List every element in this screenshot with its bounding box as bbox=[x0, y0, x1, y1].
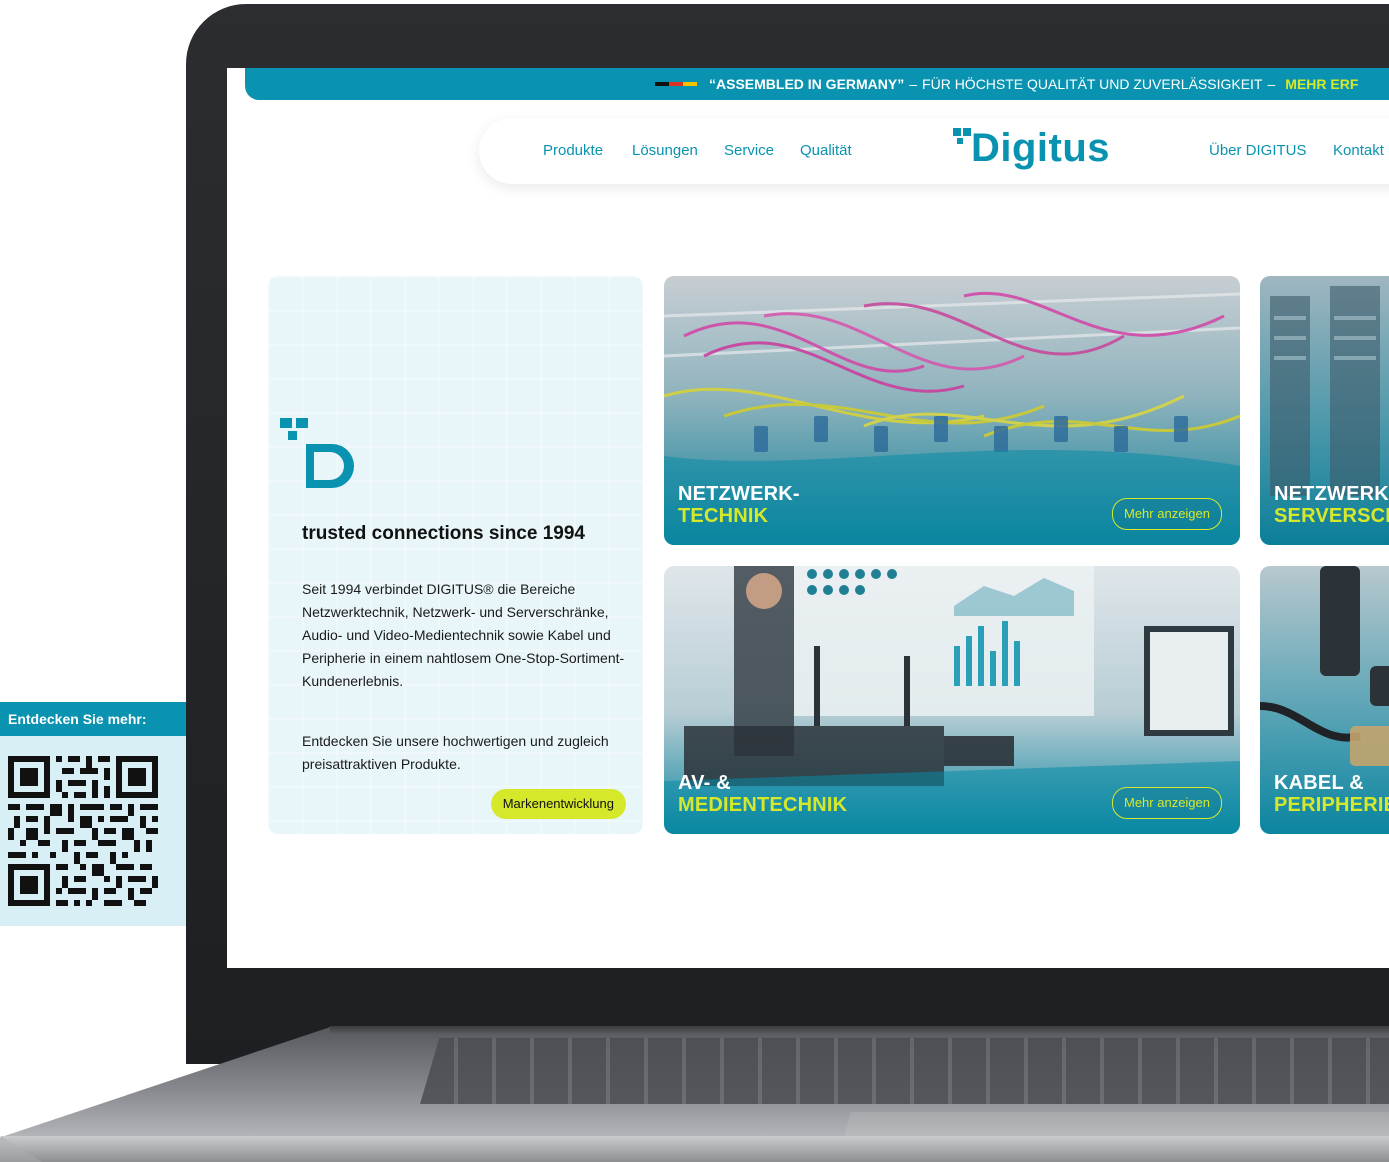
markenentwicklung-button[interactable]: Markenentwicklung bbox=[490, 789, 626, 819]
card-title-line1: NETZWERK bbox=[1274, 483, 1389, 505]
logo-pixel bbox=[957, 138, 963, 144]
card-title-line1: KABEL & bbox=[1274, 772, 1364, 794]
qr-code-icon[interactable] bbox=[8, 756, 158, 906]
intro-tagline: trusted connections since 1994 bbox=[302, 523, 585, 544]
mehr-anzeigen-button[interactable]: Mehr anzeigen bbox=[1112, 787, 1222, 819]
laptop-front-edge bbox=[0, 1136, 1389, 1162]
intro-paragraph: Seit 1994 verbindet DIGITUS® die Bereich… bbox=[302, 581, 625, 689]
nav-link-produkte[interactable]: Produkte bbox=[543, 142, 603, 159]
laptop-base bbox=[0, 1026, 1389, 1162]
qr-label: Entdecken Sie mehr: bbox=[0, 702, 186, 736]
announcement-more-link[interactable]: MEHR ERF bbox=[1285, 76, 1358, 92]
intro-paragraph-2: Entdecken Sie unsere hochwertigen und zu… bbox=[302, 733, 609, 772]
card-title: KABEL & PERIPHERIE bbox=[1274, 772, 1389, 816]
logo-wordmark: Digitus bbox=[971, 126, 1111, 170]
nav-link-loesungen[interactable]: Lösungen bbox=[632, 142, 698, 159]
mehr-anzeigen-button[interactable]: Mehr anzeigen bbox=[1112, 498, 1222, 530]
card-title: AV- & MEDIENTECHNIK bbox=[678, 772, 847, 816]
announcement-bar: “ASSEMBLED IN GERMANY” – FÜR HÖCHSTE QUA… bbox=[245, 68, 1389, 100]
announcement-separator: – bbox=[909, 76, 918, 92]
laptop-screen: “ASSEMBLED IN GERMANY” – FÜR HÖCHSTE QUA… bbox=[227, 68, 1389, 968]
card-title-line2: PERIPHERIE bbox=[1274, 794, 1389, 816]
card-title-line1: AV- & bbox=[678, 772, 731, 794]
card-title-line2: MEDIENTECHNIK bbox=[678, 794, 848, 816]
card-title: NETZWERK- TECHNIK bbox=[678, 483, 800, 527]
german-flag-icon bbox=[655, 82, 697, 86]
main-navigation: Produkte Lösungen Service Qualität Digit… bbox=[479, 118, 1389, 184]
intro-card: trusted connections since 1994 Seit 1994… bbox=[268, 276, 643, 834]
announcement-separator-2: – bbox=[1267, 76, 1276, 92]
announcement-text: FÜR HÖCHSTE QUALITÄT UND ZUVERLÄSSIGKEIT bbox=[922, 76, 1263, 92]
card-title-line2: SERVERSCH bbox=[1274, 505, 1389, 527]
category-card-kabel-peripherie[interactable]: KABEL & PERIPHERIE bbox=[1260, 566, 1389, 834]
laptop-keyboard bbox=[420, 1038, 1389, 1104]
card-title: NETZWERK SERVERSCH bbox=[1274, 483, 1389, 527]
category-card-netzwerktechnik[interactable]: NETZWERK- TECHNIK Mehr anzeigen bbox=[664, 276, 1240, 545]
category-card-av-medientechnik[interactable]: AV- & MEDIENTECHNIK Mehr anzeigen bbox=[664, 566, 1240, 834]
nav-link-qualitaet[interactable]: Qualität bbox=[800, 142, 852, 159]
digitus-logo[interactable]: Digitus bbox=[953, 122, 1119, 178]
digitus-brand-mark-icon bbox=[280, 418, 354, 488]
nav-link-service[interactable]: Service bbox=[724, 142, 774, 159]
nav-link-ueber-digitus[interactable]: Über DIGITUS bbox=[1209, 142, 1307, 159]
logo-pixel bbox=[963, 128, 971, 136]
laptop-hinge bbox=[330, 1026, 1389, 1034]
card-title-line1: NETZWERK- bbox=[678, 483, 800, 505]
nav-link-kontakt[interactable]: Kontakt bbox=[1333, 142, 1384, 159]
category-card-serverschraenke[interactable]: NETZWERK SERVERSCH bbox=[1260, 276, 1389, 545]
announcement-quote: “ASSEMBLED IN GERMANY” bbox=[709, 76, 905, 92]
logo-pixel bbox=[953, 128, 961, 136]
card-title-line2: TECHNIK bbox=[678, 505, 769, 527]
qr-panel: Entdecken Sie mehr: bbox=[0, 702, 186, 926]
